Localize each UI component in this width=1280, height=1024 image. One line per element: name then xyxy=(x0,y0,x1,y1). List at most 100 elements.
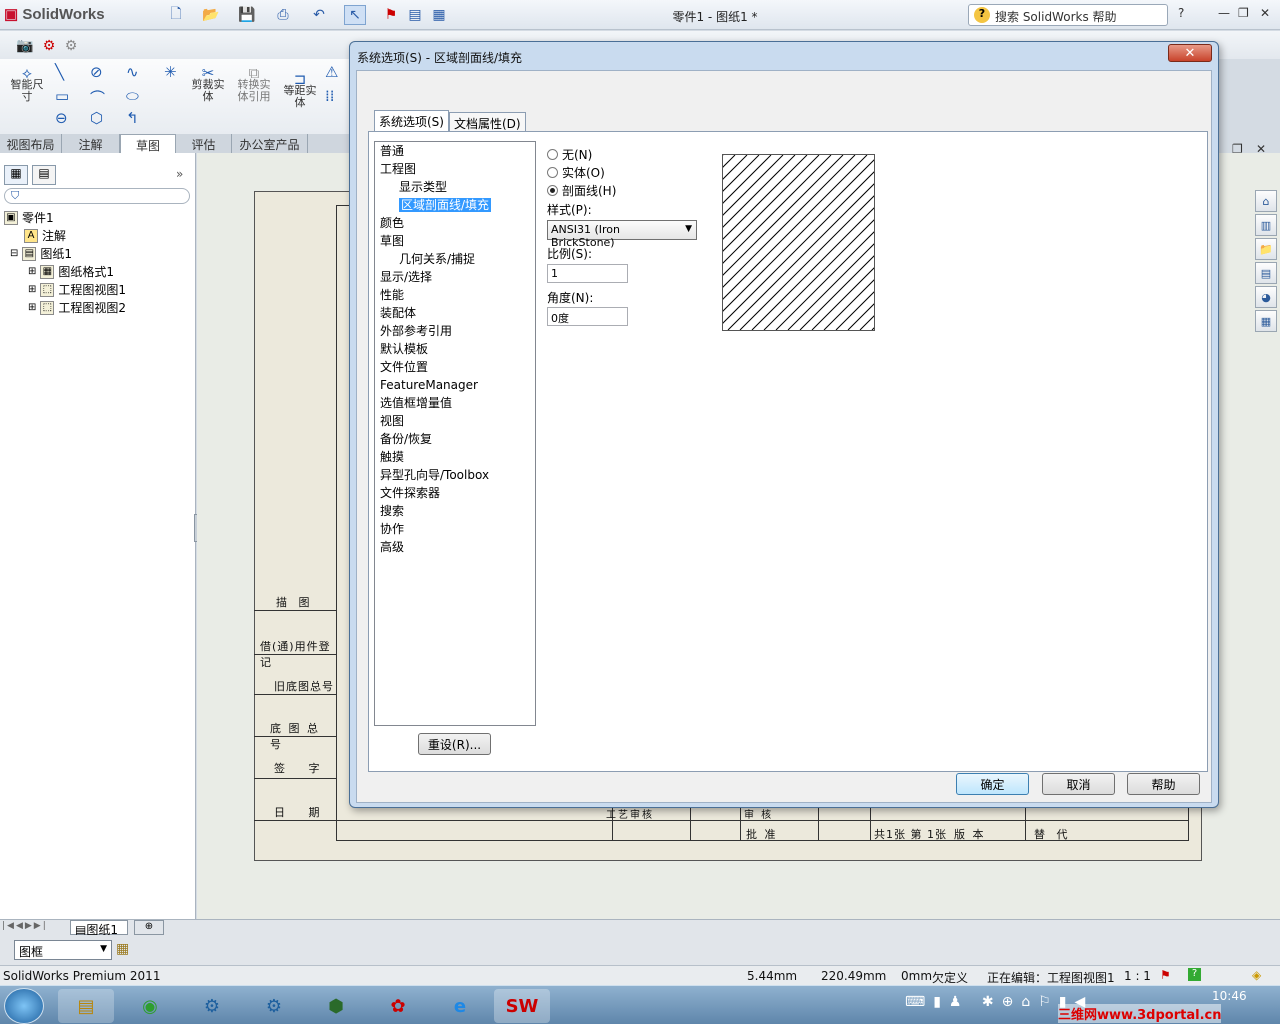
category-item[interactable]: 显示/选择 xyxy=(375,268,535,286)
radio-hatch-dot[interactable] xyxy=(547,184,558,196)
explorer-taskbar-icon[interactable]: ▤ xyxy=(58,989,114,1023)
layer-icon[interactable]: ⚙ xyxy=(60,36,82,56)
solidworks-logo[interactable]: ▣ SolidWorks xyxy=(4,5,105,23)
category-item[interactable]: 显示类型 xyxy=(375,178,535,196)
collapse-icon[interactable]: ⊟ xyxy=(10,248,18,259)
category-item[interactable]: 普通 xyxy=(375,142,535,160)
category-item[interactable]: 触摸 xyxy=(375,448,535,466)
category-item[interactable]: 备份/恢复 xyxy=(375,430,535,448)
mirror-icon[interactable]: ⚠ xyxy=(325,63,338,81)
circle-icon[interactable]: ⊘ xyxy=(90,63,103,81)
rebuild-status-icon[interactable]: ⚑ xyxy=(1160,968,1171,982)
slot-icon[interactable]: ⊖ xyxy=(55,109,68,127)
view-palette-icon[interactable]: ▤ xyxy=(1255,262,1277,284)
category-item[interactable]: 高级 xyxy=(375,538,535,556)
rebuild-icon[interactable]: ⚑ xyxy=(380,5,402,25)
offset-entities-button[interactable]: ⊐ 等距实体 xyxy=(280,72,320,109)
radio-none[interactable]: 无(N) xyxy=(547,145,616,163)
category-item[interactable]: 文件位置 xyxy=(375,358,535,376)
category-item[interactable]: 颜色 xyxy=(375,214,535,232)
scale-input[interactable]: 1 xyxy=(547,264,628,283)
category-list[interactable]: 普通 工程图 显示类型 区域剖面线/填充 颜色 草图 几何关系/捕捉 显示/选择 性能 装配体 外部… xyxy=(374,141,536,726)
tab-system-options[interactable]: 系统选项(S) xyxy=(374,110,449,132)
undo-icon[interactable]: ↶ xyxy=(308,5,330,25)
category-item[interactable]: 几何关系/捕捉 xyxy=(375,250,535,268)
fields-icon[interactable]: ⚙ xyxy=(38,36,60,56)
view-close-icon[interactable]: ✕ xyxy=(1256,142,1266,156)
category-item[interactable]: FeatureManager xyxy=(375,376,535,394)
add-sheet-icon[interactable]: ⊕ xyxy=(134,920,164,935)
tab-office-products[interactable]: 办公室产品 xyxy=(232,134,308,153)
new-document-icon[interactable]: 🗋 xyxy=(165,5,187,25)
custom-properties-icon[interactable]: ▦ xyxy=(1255,310,1277,332)
category-item[interactable]: 外部参考引用 xyxy=(375,322,535,340)
select-arrow-icon[interactable]: ↖ xyxy=(344,5,366,25)
category-item[interactable]: 协作 xyxy=(375,520,535,538)
expand-icon[interactable]: ⊞ xyxy=(28,284,36,295)
reset-button[interactable]: 重设(R)... xyxy=(418,733,491,755)
feature-manager-tab-icon[interactable]: ▦ xyxy=(4,165,28,185)
save-icon[interactable]: 💾 xyxy=(236,5,258,25)
tab-evaluate[interactable]: 评估 xyxy=(176,134,232,153)
trim-entities-button[interactable]: ✂ 剪裁实体 xyxy=(188,66,228,103)
category-item[interactable]: 异型孔向导/Toolbox xyxy=(375,466,535,484)
category-item[interactable]: 文件探索器 xyxy=(375,484,535,502)
print-icon[interactable]: ⎙ xyxy=(272,5,294,25)
tab-annotation[interactable]: 注解 xyxy=(62,134,120,153)
category-item[interactable]: 视图 xyxy=(375,412,535,430)
camera-icon[interactable]: 📷 xyxy=(14,36,36,56)
convert-entities-button[interactable]: ⧉ 转换实体引用 xyxy=(234,66,274,103)
style-dropdown[interactable]: ANSI31 (Iron BrickStone) ▼ xyxy=(547,220,697,249)
help-search-input[interactable]: 搜索 SolidWorks 帮助 xyxy=(968,4,1168,26)
solidworks-explorer-taskbar-icon[interactable]: ⚙ xyxy=(184,989,240,1023)
sheet-tab[interactable]: ▤图纸1 xyxy=(70,920,128,937)
point-icon[interactable]: ✳ xyxy=(164,63,177,81)
ok-button[interactable]: 确定 xyxy=(956,773,1029,795)
tab-sketch[interactable]: 草图 xyxy=(120,134,176,153)
file-explorer-icon[interactable]: 📁 xyxy=(1255,238,1277,260)
restore-icon[interactable]: ❐ xyxy=(1238,6,1249,20)
layer-properties-icon[interactable]: ▦ xyxy=(116,941,129,957)
dialog-close-button[interactable]: ✕ xyxy=(1168,44,1212,62)
sheet-nav-arrows-icon[interactable]: |◀◀▶▶| xyxy=(2,921,48,931)
tree-item-drawing-view-1[interactable]: ⊞ ⬚ 工程图视图1 xyxy=(28,281,126,298)
tree-item-sheet[interactable]: ⊟ ▤ 图纸1 xyxy=(10,245,72,262)
start-button[interactable] xyxy=(4,988,44,1024)
tree-item-sheet-format[interactable]: ⊞ ▦ 图纸格式1 xyxy=(28,263,114,280)
ellipse-icon[interactable]: ⬭ xyxy=(126,87,139,105)
tree-item-annotation[interactable]: A 注解 xyxy=(24,227,66,244)
file-properties-icon[interactable]: ▤ xyxy=(404,5,426,25)
category-item[interactable]: 默认模板 xyxy=(375,340,535,358)
category-item[interactable]: 装配体 xyxy=(375,304,535,322)
arc-icon[interactable]: ⌒ xyxy=(90,87,105,108)
toolbox-taskbar-icon[interactable]: ✿ xyxy=(370,989,426,1023)
tree-item-drawing-view-2[interactable]: ⊞ ⬚ 工程图视图2 xyxy=(28,299,126,316)
expand-panel-icon[interactable]: » xyxy=(176,167,183,181)
minimize-icon[interactable]: — xyxy=(1218,6,1230,20)
solidworks-taskbar-icon[interactable]: SW xyxy=(494,989,550,1023)
radio-hatch[interactable]: 剖面线(H) xyxy=(547,181,616,199)
category-item[interactable]: 性能 xyxy=(375,286,535,304)
appearance-icon[interactable]: ◕ xyxy=(1255,286,1277,308)
workgroup-taskbar-icon[interactable]: ⚙ xyxy=(246,989,302,1023)
line-icon[interactable]: ╲ xyxy=(55,63,64,81)
angle-input[interactable]: 0度 xyxy=(547,307,628,326)
filter-input[interactable]: ⛉ xyxy=(4,188,190,204)
edrawings-taskbar-icon[interactable]: ⬢ xyxy=(308,989,364,1023)
category-item[interactable]: 选值框增量值 xyxy=(375,394,535,412)
help-status-icon[interactable]: ? xyxy=(1188,968,1201,981)
tab-view-layout[interactable]: 视图布局 xyxy=(0,134,62,153)
tree-root[interactable]: ▣ 零件1 xyxy=(4,209,54,226)
category-item[interactable]: 草图 xyxy=(375,232,535,250)
close-icon[interactable]: ✕ xyxy=(1260,6,1270,20)
pattern-icon[interactable]: ⁞⁞ xyxy=(325,87,335,105)
cancel-button[interactable]: 取消 xyxy=(1042,773,1115,795)
property-manager-tab-icon[interactable]: ▤ xyxy=(32,165,56,185)
ie-taskbar-icon[interactable]: e xyxy=(432,989,488,1023)
expand-icon[interactable]: ⊞ xyxy=(28,266,36,277)
radio-solid[interactable]: 实体(O) xyxy=(547,163,616,181)
tab-document-properties[interactable]: 文档属性(D) xyxy=(449,112,526,132)
options-icon[interactable]: ▦ xyxy=(428,5,450,25)
polygon-icon[interactable]: ⬡ xyxy=(90,109,103,127)
spline-icon[interactable]: ∿ xyxy=(126,63,139,81)
